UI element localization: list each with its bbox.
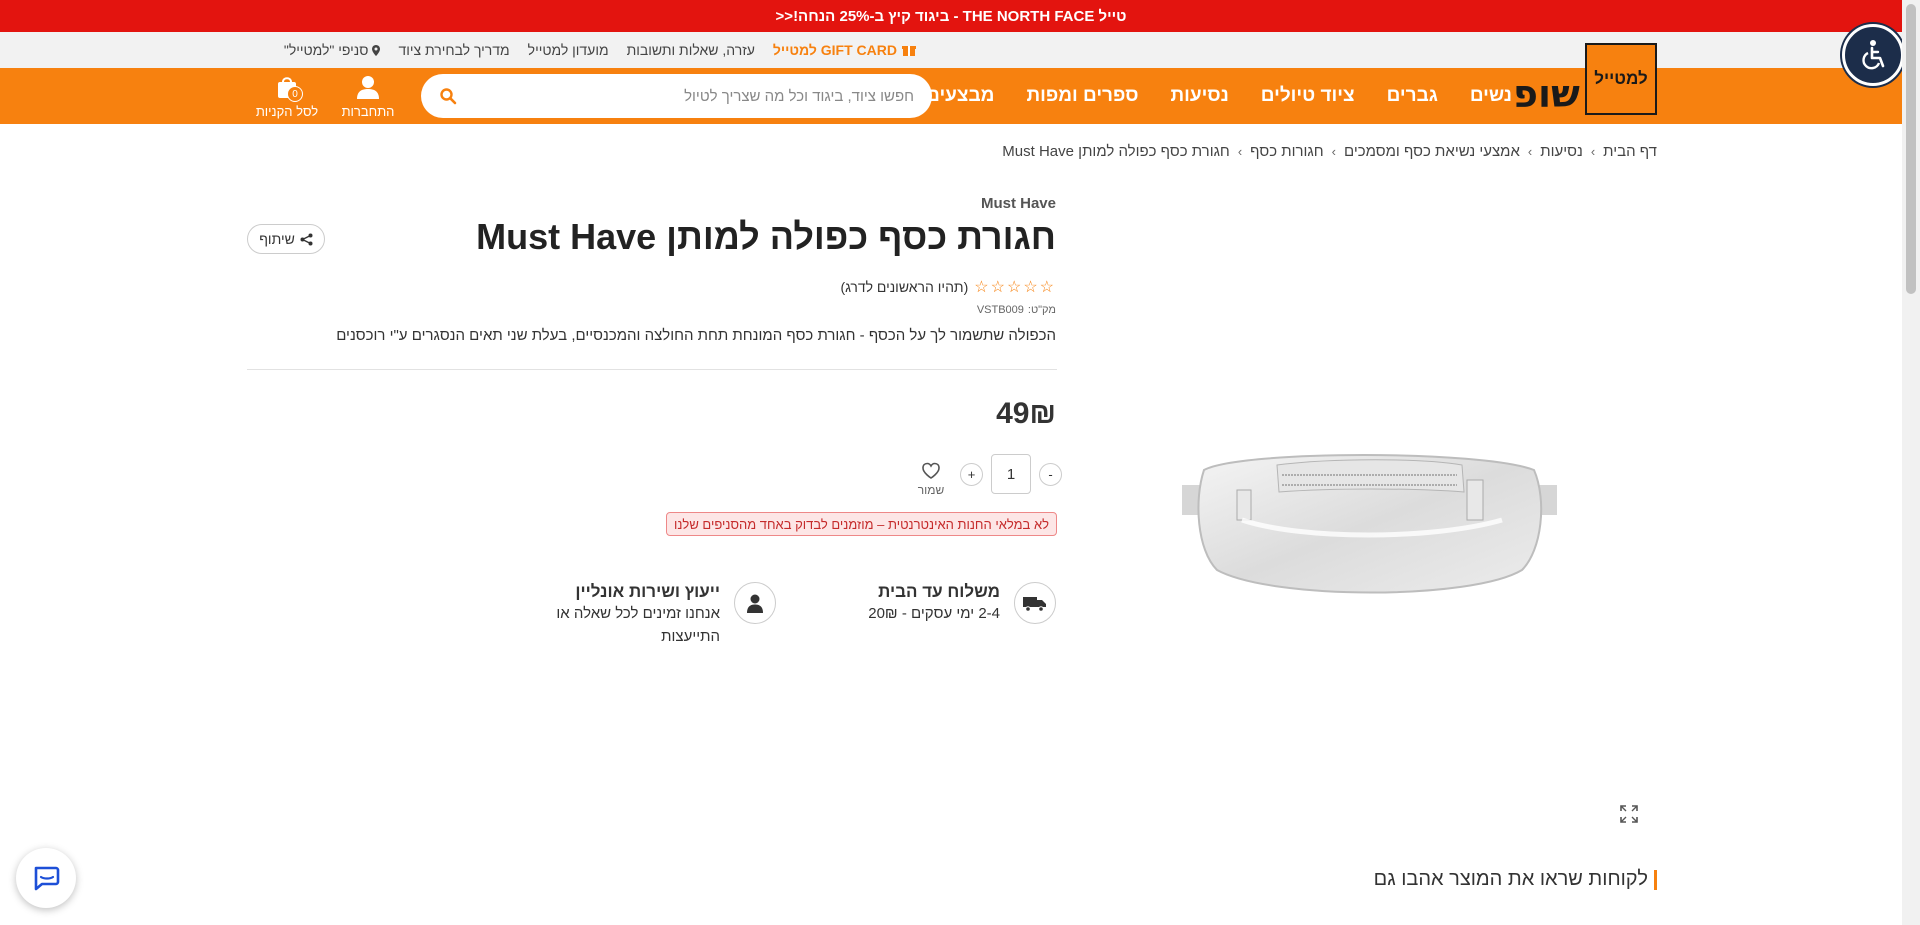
product-sku: מק"ט: VSTB009 [977, 304, 1056, 316]
wheelchair-icon [1862, 40, 1885, 70]
support-title: ייעוץ ושירות אונליין [575, 582, 720, 601]
shipping-text: משלוח עד הבית 2-4 ימי עסקים - 20₪ [868, 582, 1000, 625]
support-feature: ייעוץ ושירות אונליין אנחנו זמינים לכל שא… [556, 582, 776, 648]
accessibility-button[interactable] [1842, 24, 1904, 86]
gift-card-link[interactable]: GIFT CARD למטייל [773, 42, 916, 58]
related-products-heading: לקוחות שראו את המוצר אהבו גם [1374, 868, 1657, 891]
rating-stars[interactable]: ☆☆☆☆☆ [974, 277, 1056, 297]
search-icon[interactable] [439, 87, 457, 105]
product-price: 49₪ [996, 397, 1056, 430]
breadcrumb-travel[interactable]: נסיעות [1540, 143, 1583, 160]
user-icon [357, 76, 379, 99]
breadcrumb: דף הבית › נסיעות › אמצעי נשיאת כסף ומסמכ… [1002, 143, 1657, 160]
support-line-1: אנחנו זמינים לכל שאלה או [556, 605, 720, 622]
share-label: שיתוף [259, 231, 295, 247]
support-text: ייעוץ ושירות אונליין אנחנו זמינים לכל שא… [556, 582, 720, 648]
breadcrumb-separator: › [1331, 144, 1336, 159]
save-wishlist-button[interactable]: שמור [914, 462, 948, 497]
shipping-feature: משלוח עד הבית 2-4 ימי עסקים - 20₪ [868, 582, 1056, 625]
chat-widget-button[interactable] [16, 848, 76, 908]
stores-label: סניפי "למטייל" [283, 42, 369, 58]
quantity-minus-button[interactable]: - [1039, 462, 1062, 486]
nav-item-books[interactable]: ספרים ומפות [1026, 85, 1138, 107]
product-rating[interactable]: ☆☆☆☆☆ (תהיו הראשונים לדרג) [840, 277, 1056, 297]
util-link-help[interactable]: עזרה, שאלות ותשובות [627, 42, 755, 58]
gift-icon [902, 46, 916, 56]
shipping-subtitle: 2-4 ימי עסקים - 20₪ [868, 605, 1000, 622]
product-title: חגורת כסף כפולה למותן Must Have [476, 216, 1056, 257]
cart-icon-wrap: 0 [274, 74, 303, 102]
nav-item-men[interactable]: גברים [1387, 85, 1438, 107]
expand-image-icon[interactable] [1620, 805, 1638, 823]
breadcrumb-separator: › [1590, 144, 1596, 159]
login-button[interactable]: התחברות [328, 74, 408, 119]
breadcrumb-current: חגורת כסף כפולה למותן Must Have [1002, 143, 1230, 160]
share-icon [300, 233, 313, 245]
truck-icon-circle [1014, 582, 1056, 624]
gift-card-label: GIFT CARD למטייל [772, 42, 897, 58]
search-input[interactable] [465, 87, 914, 105]
product-description: הכפולה שתשמור לך על הכסף - חגורת כסף המו… [336, 327, 1056, 344]
chat-bubble-icon [34, 866, 60, 891]
quantity-stepper: + - [960, 454, 1062, 494]
promo-bar[interactable]: טייל THE NORTH FACE - ביגוד קיץ ב-25% הנ… [0, 0, 1902, 32]
save-label: שמור [917, 483, 945, 497]
breadcrumb-home[interactable]: דף הבית [1603, 143, 1657, 160]
heading-accent-bar [1654, 869, 1657, 890]
nav-item-sales[interactable]: מבצעים [926, 85, 994, 107]
scrollbar-thumb[interactable] [1906, 4, 1916, 294]
sku-label: מק"ט: [1027, 304, 1056, 316]
person-icon-circle [734, 582, 776, 624]
breadcrumb-separator: › [1237, 144, 1243, 159]
quantity-input[interactable] [991, 454, 1031, 494]
cart-button[interactable]: 0 לסל הקניות [247, 74, 327, 119]
related-title: לקוחות שראו את המוצר אהבו גם [1373, 868, 1648, 890]
stock-notice: לא במלאי החנות האינטרנטית – מוזמנים לבדו… [666, 512, 1057, 536]
logo-text: למטייל [1594, 69, 1648, 88]
person-icon [747, 594, 763, 613]
support-line-2: התייעצות [661, 628, 720, 645]
share-button[interactable]: שיתוף [247, 224, 325, 254]
truck-icon [1023, 597, 1046, 612]
shop-wordmark[interactable]: שופ [1513, 72, 1580, 116]
heart-icon [922, 462, 940, 479]
nav-item-travel[interactable]: נסיעות [1170, 85, 1228, 107]
cart-count-badge: 0 [287, 86, 303, 102]
product-brand[interactable]: Must Have [981, 195, 1056, 212]
breadcrumb-money-carriers[interactable]: אמצעי נשיאת כסף ומסמכים [1344, 143, 1520, 160]
search-bar [421, 74, 932, 118]
nav-links: נשים גברים ציוד טיולים נסיעות ספרים ומפו… [926, 68, 1512, 124]
divider [247, 369, 1057, 370]
breadcrumb-separator: › [1527, 144, 1533, 159]
stores-link[interactable]: סניפי "למטייל" [284, 42, 381, 58]
breadcrumb-money-belts[interactable]: חגורות כסף [1250, 143, 1323, 160]
product-image[interactable] [1182, 430, 1557, 610]
nav-item-gear[interactable]: ציוד טיולים [1261, 85, 1355, 107]
promo-text[interactable]: טייל THE NORTH FACE - ביגוד קיץ ב-25% הנ… [776, 8, 1127, 25]
login-label: התחברות [341, 104, 395, 119]
nav-item-women[interactable]: נשים [1470, 85, 1512, 107]
shipping-title: משלוח עד הבית [878, 582, 1000, 601]
util-link-club[interactable]: מועדון למטייל [528, 42, 609, 58]
cart-label: לסל הקניות [255, 104, 319, 119]
quantity-plus-button[interactable]: + [960, 462, 983, 486]
util-link-guide[interactable]: מדריך לבחירת ציוד [398, 42, 509, 58]
logo[interactable]: למטייל [1585, 43, 1657, 115]
rating-text[interactable]: (תהיו הראשונים לדרג) [840, 279, 968, 295]
location-pin-icon [372, 44, 381, 56]
sku-value: VSTB009 [976, 304, 1024, 316]
